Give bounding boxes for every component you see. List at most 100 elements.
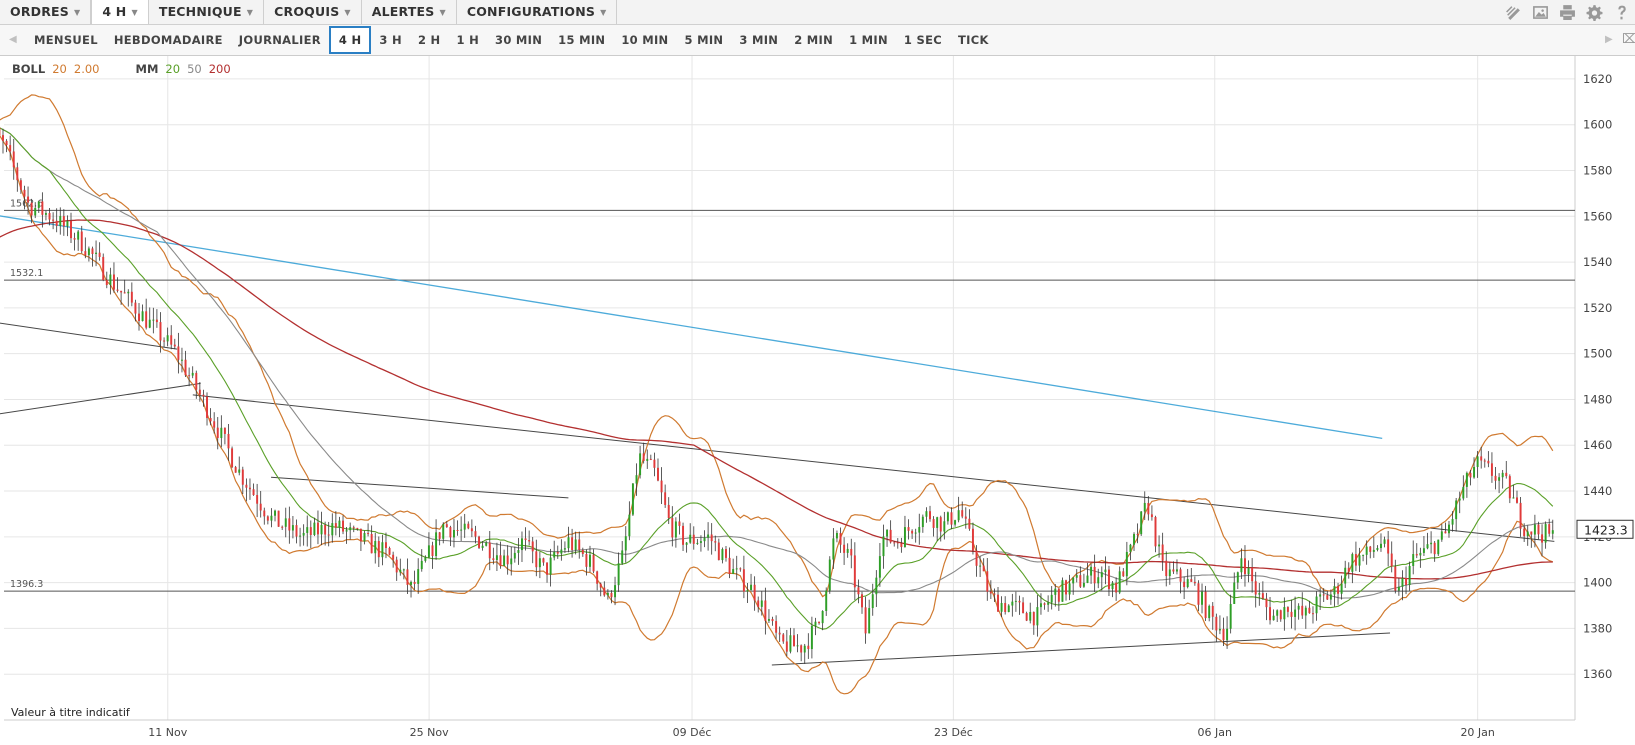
candle-up [1376, 548, 1379, 550]
candle-down [1057, 588, 1060, 602]
candle-down [1483, 460, 1486, 462]
candle-down [1065, 580, 1067, 595]
image-icon[interactable] [1532, 4, 1549, 21]
scroll-right-icon[interactable]: ▶ [1605, 25, 1613, 55]
candle-down [1337, 586, 1340, 594]
candle-up [685, 542, 688, 545]
timeframe-1-h[interactable]: 1 H [448, 26, 487, 54]
candle-up [617, 563, 620, 586]
timeframe-2-h[interactable]: 2 H [410, 26, 449, 54]
candle-up [1068, 583, 1071, 595]
candle-up [191, 372, 194, 376]
help-icon[interactable] [1613, 4, 1630, 21]
timeframe-journalier[interactable]: JOURNALIER [231, 26, 329, 54]
menu-configurations[interactable]: CONFIGURATIONS ▼ [457, 0, 618, 24]
candle-up [424, 557, 427, 561]
candle-up [166, 335, 169, 342]
candle-down [1387, 539, 1390, 554]
candle-up [148, 319, 151, 328]
close-icon[interactable]: ⌧ [1622, 25, 1635, 55]
timeframe-mensuel[interactable]: MENSUEL [26, 26, 106, 54]
candle-down [757, 600, 760, 607]
candle-down [202, 394, 205, 397]
timeframe-1-sec[interactable]: 1 SEC [896, 26, 950, 54]
timeframe-2-min[interactable]: 2 MIN [786, 26, 841, 54]
candle-up [699, 541, 702, 543]
candle-up [1168, 569, 1171, 577]
candle-down [1322, 594, 1325, 596]
candle-down [775, 621, 778, 633]
candle-up [1072, 577, 1075, 584]
candle-up [420, 560, 423, 570]
candle-down [352, 527, 355, 529]
candle-up [463, 523, 466, 530]
gear-icon[interactable] [1586, 4, 1603, 21]
candle-up [918, 527, 921, 533]
scroll-left-icon[interactable]: ◀ [9, 25, 17, 55]
timeframe-hebdomadaire[interactable]: HEBDOMADAIRE [106, 26, 231, 54]
menu-ordres[interactable]: ORDRES ▼ [0, 0, 92, 24]
candle-down [660, 480, 663, 493]
candle-up [1430, 542, 1433, 545]
timeframe-10-min[interactable]: 10 MIN [613, 26, 676, 54]
chevron-down-icon: ▼ [344, 7, 351, 17]
candle-down [900, 543, 903, 548]
candle-down [98, 252, 101, 257]
candle-up [1125, 551, 1128, 577]
timeframe-tick[interactable]: TICK [950, 26, 997, 54]
timeframe-5-min[interactable]: 5 MIN [676, 26, 731, 54]
candle-up [1218, 628, 1221, 631]
candle-up [1226, 628, 1229, 641]
timeframe-4-h[interactable]: 4 H [328, 26, 372, 54]
menu-croquis[interactable]: CROQUIS ▼ [264, 0, 362, 24]
candle-down [1147, 502, 1150, 515]
candle-down [1347, 567, 1350, 572]
timeframe-1-min[interactable]: 1 MIN [841, 26, 896, 54]
candle-down [907, 527, 910, 531]
candle-up [882, 536, 885, 557]
candle-down [911, 530, 914, 534]
candle-up [639, 453, 642, 476]
candle-up [302, 532, 305, 536]
candle-down [692, 534, 695, 544]
candle [828, 556, 831, 594]
candle-up [574, 539, 577, 551]
candle-down [1523, 528, 1526, 537]
menu-alertes[interactable]: ALERTES ▼ [362, 0, 457, 24]
candle-down [1548, 524, 1551, 534]
candle-up [696, 542, 699, 544]
candle-up [1201, 591, 1204, 605]
candle-down [91, 248, 94, 254]
menu-4-h[interactable]: 4 H ▼ [91, 0, 149, 24]
candle-up [1090, 566, 1093, 576]
candle-down [1508, 476, 1511, 499]
candle-up [274, 510, 276, 516]
candle-up [1340, 583, 1343, 594]
timeframe-15-min[interactable]: 15 MIN [550, 26, 613, 54]
candle-up [141, 311, 144, 322]
candle-down [112, 274, 115, 290]
candle-down [861, 594, 863, 608]
menu-technique[interactable]: TECHNIQUE ▼ [149, 0, 265, 24]
indicator-legend: BOLL 20 2.00 MM 20 50 200 [12, 62, 234, 76]
y-tick-label: 1380 [1583, 621, 1612, 635]
candle-down [1243, 558, 1246, 575]
y-tick-label: 1620 [1583, 72, 1612, 86]
candle-up [452, 529, 455, 538]
candle-down [327, 534, 330, 536]
candle-down [1115, 582, 1118, 593]
candle-up [331, 523, 334, 536]
timeframe-30-min[interactable]: 30 MIN [487, 26, 550, 54]
candle-up [95, 252, 98, 254]
drawing-tools-icon[interactable] [1505, 4, 1522, 21]
mm-period-20: 20 [165, 62, 181, 76]
print-icon[interactable] [1559, 4, 1576, 21]
candle [1437, 539, 1440, 557]
chevron-down-icon: ▼ [246, 7, 254, 17]
timeframe-3-min[interactable]: 3 MIN [731, 26, 786, 54]
price-chart[interactable]: 1360138014001420144014601480150015201540… [0, 56, 1635, 745]
candle-up [306, 527, 309, 533]
candle-up [238, 469, 241, 473]
candle-down [1394, 566, 1397, 591]
timeframe-3-h[interactable]: 3 H [371, 26, 410, 54]
